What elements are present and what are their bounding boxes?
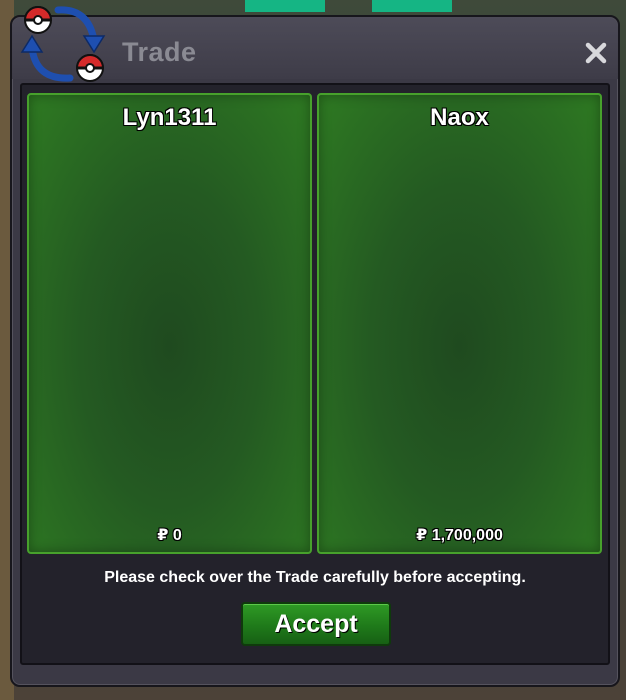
player-name-partner: Naox — [430, 104, 489, 131]
money-offer-self: ₽ 0 — [157, 527, 182, 544]
background-tile-strip — [245, 0, 325, 12]
close-button[interactable] — [582, 39, 610, 67]
player-name-self: Lyn1311 — [122, 104, 217, 131]
window-title: Trade — [122, 37, 197, 67]
trade-content: Lyn1311 ₽ 0 Naox ₽ 1,700,000 Please chec… — [20, 83, 610, 665]
trade-notice: Please check over the Trade carefully be… — [104, 569, 526, 586]
money-offer-partner: ₽ 1,700,000 — [416, 527, 503, 544]
accept-button[interactable]: Accept — [241, 602, 391, 646]
trade-panel-self[interactable]: Lyn1311 ₽ 0 — [27, 93, 312, 554]
close-icon — [585, 42, 607, 64]
trade-swap-icon — [10, 0, 110, 90]
trade-window: Trade Lyn1311 ₽ 0 Naox ₽ 1,700,000 Pleas… — [10, 15, 620, 687]
trade-panel-partner[interactable]: Naox ₽ 1,700,000 — [317, 93, 602, 554]
background-tile-strip — [372, 0, 452, 12]
